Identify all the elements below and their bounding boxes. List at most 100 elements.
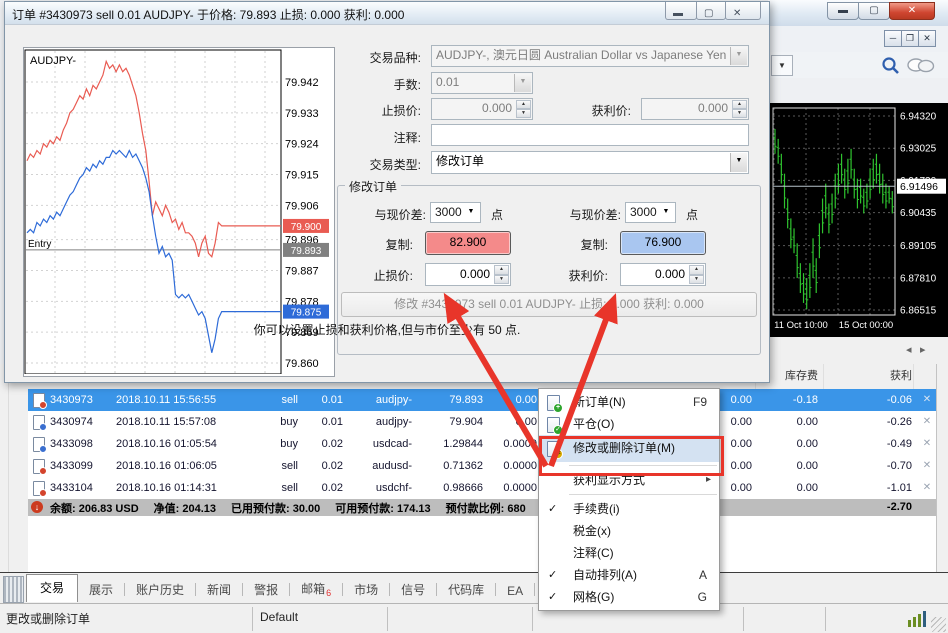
scroll-right-icon[interactable]: ▸ — [920, 343, 926, 356]
main-price-chart[interactable]: 6.943206.930256.917306.904356.891056.878… — [768, 103, 948, 337]
copy-tp-price-button[interactable]: 76.900 — [620, 231, 706, 255]
table-row[interactable]: 3433098 2018.10.16 01:05:54 buy 0.02 usd… — [28, 433, 936, 456]
y-tick-label: 6.86515 — [900, 306, 937, 317]
chevron-down-icon: ▼ — [730, 153, 747, 172]
mdi-restore-button[interactable]: ❐ — [901, 30, 919, 47]
main-maximize-button[interactable]: ▢ — [858, 2, 890, 20]
order-profit: -0.26 — [822, 411, 912, 433]
symbol-label: 交易品种: — [331, 49, 421, 66]
menu-item-new-order[interactable]: + 新订单(N) F9 — [539, 391, 719, 413]
order-price: 0.71362 — [416, 455, 483, 477]
metatrader-app: ▬ ▢ ✕ ─ ❐ ✕ ▼ 6.943206.930256.917306.904… — [0, 0, 948, 633]
entry-label: Entry — [28, 239, 51, 250]
resize-grip[interactable] — [931, 617, 946, 632]
spin-down-icon: ▼ — [689, 275, 704, 285]
group-stoploss-input[interactable]: 0.000 ▲▼ — [425, 263, 511, 286]
close-icon: ✕ — [733, 6, 741, 22]
order-number: 3430974 — [50, 411, 112, 433]
price-tag-value: 79.900 — [291, 222, 322, 233]
stoploss-input[interactable]: 0.000 ▲▼ — [431, 98, 533, 120]
takeprofit-input[interactable]: 0.000 ▲▼ — [641, 98, 749, 120]
group-stoploss-label: 止损价: — [327, 267, 413, 284]
dialog-maximize-button[interactable]: ▢ — [696, 2, 726, 20]
terminal-grip-icon[interactable] — [3, 576, 24, 603]
table-row[interactable]: 3430973 2018.10.11 15:56:55 sell 0.01 au… — [28, 389, 936, 412]
spinner-buttons[interactable]: ▲▼ — [689, 265, 704, 284]
menu-item-close-order[interactable]: ✓ 平仓(O) — [539, 413, 719, 435]
order-time: 2018.10.16 01:06:05 — [116, 455, 240, 477]
lots-select[interactable]: 0.01 ▼ — [431, 72, 533, 94]
main-close-button[interactable]: ✕ — [889, 2, 935, 20]
tab-exposure[interactable]: 展示 — [78, 577, 124, 602]
order-price: 0.98666 — [416, 477, 483, 499]
close-order-icon[interactable]: ✕ — [916, 389, 938, 411]
main-minimize-button[interactable]: ▬ — [827, 2, 859, 20]
close-order-icon[interactable]: ✕ — [916, 477, 938, 499]
menu-item-auto-arrange[interactable]: ✓ 自动排列(A) A — [539, 564, 719, 586]
symbol-select[interactable]: AUDJPY-, 澳元日圆 Australian Dollar vs Japan… — [431, 45, 749, 67]
order-swap: 0.00 — [756, 411, 818, 433]
modify-group-title: 修改订单 — [345, 178, 401, 195]
mdi-close-button[interactable]: ✕ — [918, 30, 936, 47]
check-icon: ✓ — [548, 586, 557, 608]
chart-scrollbar[interactable]: ◂ ▸ — [768, 337, 948, 365]
comment-label: 注释: — [331, 129, 421, 146]
table-row[interactable]: 3433104 2018.10.16 01:14:31 sell 0.02 us… — [28, 477, 936, 500]
column-header-profit[interactable]: 获利 — [822, 364, 912, 389]
menu-item-modify-delete-order[interactable]: ✱ 修改或删除订单(M) — [539, 435, 719, 462]
modify-order-button[interactable]: 修改 #3430973 sell 0.01 AUDJPY- 止损: 0.000 … — [341, 292, 757, 317]
order-sl: 0.00 — [488, 411, 537, 433]
chat-icon[interactable] — [907, 58, 935, 75]
group-takeprofit-input[interactable]: 0.000 ▲▼ — [620, 263, 706, 286]
close-order-icon[interactable]: ✕ — [916, 411, 938, 433]
spinner-buttons[interactable]: ▲▼ — [494, 265, 509, 284]
order-swap: -0.18 — [756, 389, 818, 411]
table-row[interactable]: 3430974 2018.10.11 15:57:08 buy 0.01 aud… — [28, 411, 936, 434]
tab-code-base[interactable]: 代码库 — [437, 577, 495, 602]
chevron-down-icon: ▼ — [778, 61, 786, 70]
tab-signals[interactable]: 信号 — [390, 577, 436, 602]
order-buy-icon — [33, 437, 45, 452]
tab-trade[interactable]: 交易 — [26, 574, 78, 602]
spin-up-icon: ▲ — [689, 265, 704, 275]
menu-item-grid[interactable]: ✓ 网格(G) G — [539, 586, 719, 608]
dialog-close-button[interactable]: ✕ — [725, 2, 761, 20]
comment-input[interactable] — [431, 124, 749, 146]
close-order-icon[interactable]: ✕ — [916, 455, 938, 477]
close-icon: ✕ — [923, 33, 931, 43]
order-lots: 0.02 — [300, 477, 343, 499]
menu-item-comments[interactable]: 注释(C) — [539, 542, 719, 564]
trade-type-select[interactable]: 修改订单 ▼ — [431, 151, 749, 174]
menu-item-commissions[interactable]: ✓ 手续费(i) — [539, 498, 719, 520]
diff-select-right[interactable]: 3000 ▼ — [625, 202, 676, 223]
new-order-icon: + — [547, 395, 560, 411]
status-profile[interactable]: Default — [260, 610, 298, 624]
spinner-buttons[interactable]: ▲▼ — [516, 100, 531, 118]
tab-market[interactable]: 市场 — [343, 577, 389, 602]
dialog-minimize-button[interactable]: ▬ — [665, 2, 697, 20]
tab-news[interactable]: 新闻 — [196, 577, 242, 602]
maximize-icon: ▢ — [869, 5, 878, 16]
chart-symbol-label: AUDJPY- — [30, 55, 76, 67]
search-icon[interactable] — [881, 56, 901, 76]
tab-alerts[interactable]: 警报 — [243, 577, 289, 602]
dialog-titlebar[interactable]: 订单 #3430973 sell 0.01 AUDJPY- 于价格: 79.89… — [5, 2, 769, 25]
copy-sl-price-button[interactable]: 82.900 — [425, 231, 511, 255]
spinner-buttons[interactable]: ▲▼ — [732, 100, 747, 118]
order-time: 2018.10.11 15:57:08 — [116, 411, 240, 433]
order-time: 2018.10.11 15:56:55 — [116, 389, 240, 411]
scroll-left-icon[interactable]: ◂ — [906, 343, 912, 356]
tab-mailbox[interactable]: 邮箱6 — [290, 576, 342, 602]
tab-account-history[interactable]: 账户历史 — [125, 577, 195, 602]
y-tick-label: 79.887 — [285, 265, 319, 277]
menu-item-profit-display-mode[interactable]: 获利显示方式 ▸ — [539, 469, 719, 491]
toolbar-dropdown-button[interactable]: ▼ — [771, 55, 793, 76]
diff-select-left[interactable]: 3000 ▼ — [430, 202, 481, 223]
mdi-minimize-button[interactable]: ─ — [884, 30, 902, 47]
context-menu: + 新订单(N) F9 ✓ 平仓(O) ✱ 修改或删除订单(M) 获利显示方式 … — [538, 388, 720, 611]
tab-experts[interactable]: EA — [496, 580, 534, 602]
table-row[interactable]: 3433099 2018.10.16 01:06:05 sell 0.02 au… — [28, 455, 936, 478]
order-dialog: 订单 #3430973 sell 0.01 AUDJPY- 于价格: 79.89… — [4, 1, 770, 383]
close-order-icon[interactable]: ✕ — [916, 433, 938, 455]
menu-item-taxes[interactable]: 税金(x) — [539, 520, 719, 542]
